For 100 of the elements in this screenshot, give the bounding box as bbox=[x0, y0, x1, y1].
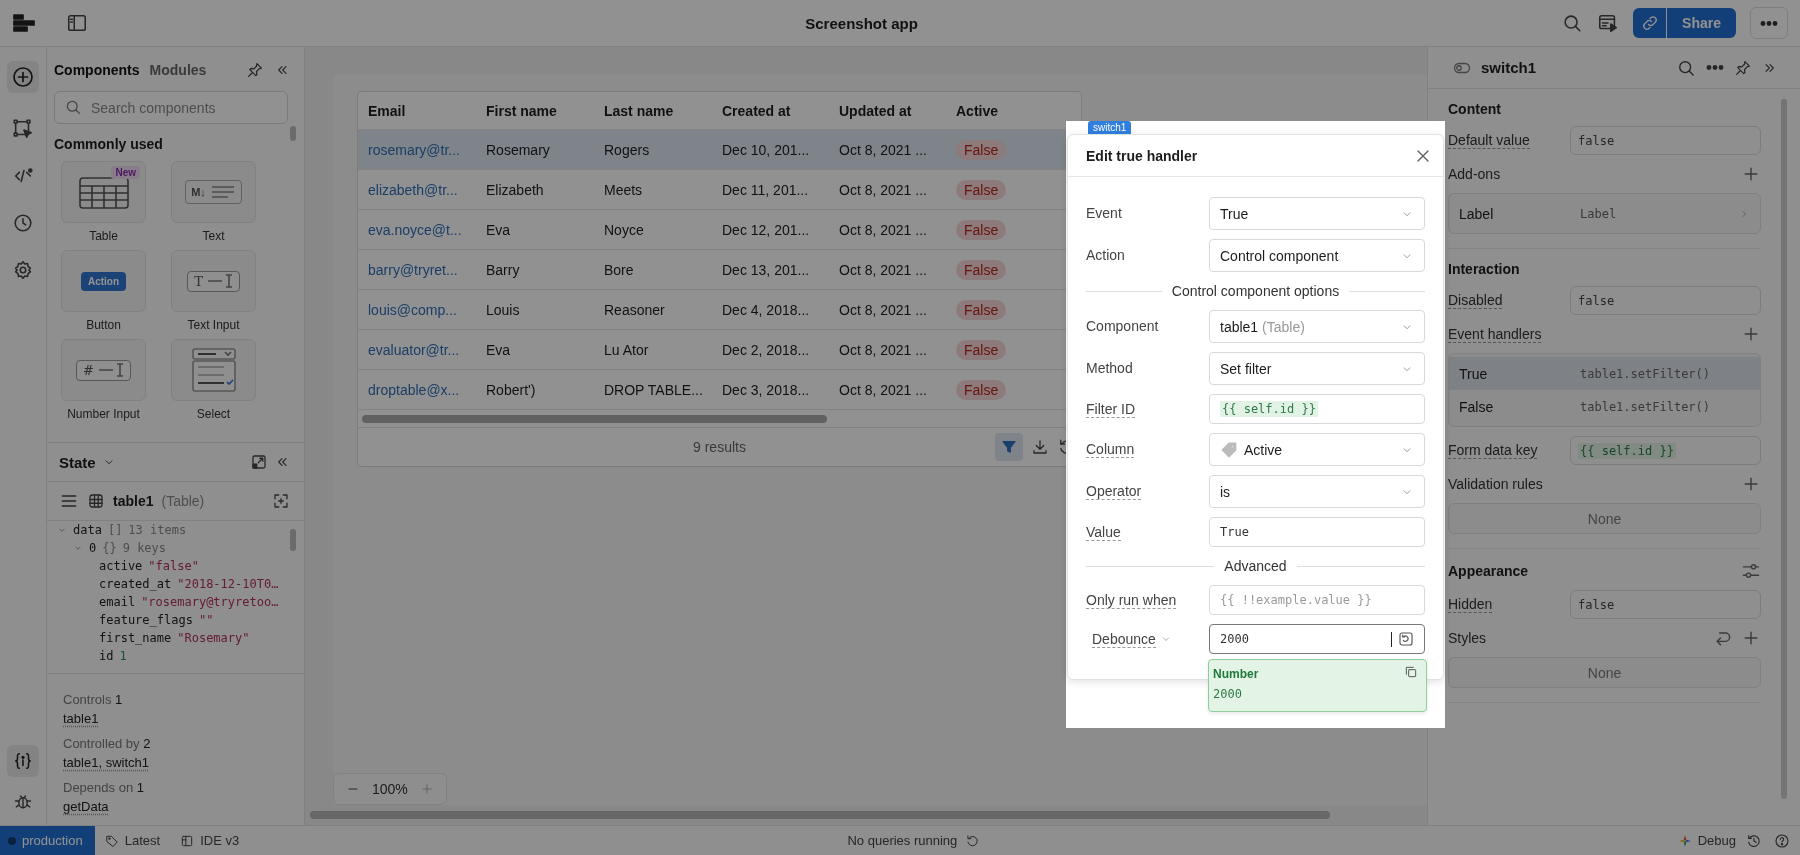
history-icon[interactable] bbox=[1746, 832, 1762, 849]
item-value: table1.setFilter() bbox=[1580, 399, 1712, 414]
debug-button[interactable]: Debug bbox=[1667, 833, 1746, 848]
component-name: table1 bbox=[113, 493, 154, 509]
search-field[interactable]: Search components bbox=[54, 91, 288, 124]
table-cell-text: elizabeth@tr... bbox=[367, 181, 459, 198]
copy-link-button[interactable] bbox=[1633, 8, 1667, 38]
scrollbar[interactable] bbox=[1781, 99, 1787, 799]
share-button[interactable]: Share bbox=[1667, 8, 1736, 38]
component-tile[interactable]: # bbox=[61, 339, 146, 401]
select-field[interactable]: Control component bbox=[1209, 239, 1425, 272]
focus-icon[interactable] bbox=[272, 492, 290, 510]
list-item[interactable]: False table1.setFilter() bbox=[1449, 390, 1760, 423]
value-field[interactable]: false bbox=[1570, 590, 1761, 619]
selection-icon[interactable] bbox=[12, 118, 34, 140]
input-field[interactable]: True bbox=[1209, 517, 1425, 547]
field-label: Component bbox=[1086, 318, 1159, 335]
table-cell-text: Barry bbox=[485, 261, 521, 278]
column-header[interactable]: First name bbox=[476, 102, 594, 119]
dialog-title: Edit true handler bbox=[1086, 147, 1198, 164]
field-label: Only run when bbox=[1086, 591, 1177, 609]
braces-icon bbox=[12, 750, 34, 772]
input-field[interactable]: {{ !!example.value }} bbox=[1209, 585, 1425, 615]
add-component-button[interactable] bbox=[7, 61, 39, 93]
ide-version: IDE v3 bbox=[200, 833, 240, 848]
list-item[interactable]: True table1.setFilter() bbox=[1449, 357, 1760, 390]
table-cell-text: louis@comp... bbox=[367, 301, 458, 318]
panel-tab[interactable]: Components bbox=[54, 62, 140, 78]
history-icon[interactable] bbox=[12, 212, 34, 234]
select-field[interactable]: is bbox=[1209, 475, 1425, 508]
environment-button[interactable]: production bbox=[0, 826, 95, 855]
pin-icon[interactable] bbox=[246, 61, 264, 79]
ide-version-button[interactable]: IDE v3 bbox=[170, 833, 250, 848]
tree-summary: 9 keys bbox=[122, 540, 167, 557]
sliders-icon[interactable] bbox=[1741, 561, 1761, 581]
more-icon[interactable] bbox=[1706, 65, 1724, 70]
input-field[interactable]: 2000 bbox=[1209, 624, 1425, 654]
dependency-link[interactable]: getData bbox=[63, 799, 109, 814]
column-header[interactable]: Email bbox=[358, 102, 476, 119]
download-icon[interactable] bbox=[1031, 438, 1049, 456]
search-icon bbox=[64, 98, 82, 116]
table-cell-text: Oct 8, 2021 ... bbox=[838, 221, 928, 238]
tree-key: email bbox=[99, 593, 136, 611]
preview-icon[interactable] bbox=[1597, 12, 1620, 34]
value-field[interactable]: false bbox=[1570, 126, 1761, 155]
component-tile[interactable]: Action bbox=[61, 250, 146, 312]
value-field[interactable]: {{ self.id }} bbox=[1570, 436, 1761, 465]
none-field[interactable]: None bbox=[1448, 657, 1761, 688]
dependency-link[interactable]: table1, switch1 bbox=[63, 755, 149, 770]
status-tag: False bbox=[956, 299, 1007, 320]
scrollbar[interactable] bbox=[310, 811, 1330, 819]
state-button[interactable] bbox=[7, 745, 39, 777]
settings-icon[interactable] bbox=[12, 259, 34, 281]
input-glyph: # bbox=[83, 362, 94, 378]
input-value: 2000 bbox=[1220, 632, 1250, 646]
pin-icon[interactable] bbox=[1734, 58, 1752, 77]
sidebar-toggle-icon[interactable] bbox=[66, 12, 88, 34]
copy-icon[interactable] bbox=[1404, 665, 1418, 679]
select-field[interactable]: Set filter bbox=[1209, 352, 1425, 385]
table-cell-text: Oct 8, 2021 ... bbox=[838, 141, 928, 158]
code-value: {{ self.id }} bbox=[1578, 442, 1676, 459]
debug-label: Debug bbox=[1697, 833, 1736, 848]
none-field[interactable]: None bbox=[1448, 503, 1761, 534]
scrollbar[interactable] bbox=[290, 529, 296, 551]
select-field[interactable]: Active bbox=[1209, 433, 1425, 466]
refresh-icon[interactable] bbox=[965, 833, 980, 848]
tree-value: 1 bbox=[119, 648, 127, 665]
logo-icon[interactable] bbox=[12, 11, 36, 35]
help-icon[interactable] bbox=[1774, 832, 1790, 849]
component-tile[interactable]: New bbox=[61, 161, 146, 223]
status-tag: False bbox=[956, 379, 1007, 400]
code-field[interactable]: {{ self.id }} bbox=[1209, 394, 1425, 424]
dependency-label: Depends on bbox=[63, 780, 134, 795]
branch-button[interactable]: Latest bbox=[94, 833, 171, 848]
mode-toggle-icon[interactable] bbox=[1398, 631, 1414, 647]
column-header[interactable]: Active bbox=[946, 102, 1079, 119]
more-button[interactable] bbox=[1750, 7, 1788, 39]
tree-type: [] bbox=[107, 522, 123, 539]
field-label: Disabled bbox=[1448, 292, 1503, 309]
dependency-link[interactable]: table1 bbox=[63, 711, 99, 726]
dependency-count: 2 bbox=[143, 736, 151, 751]
expand-icon[interactable] bbox=[250, 453, 268, 471]
column-header[interactable]: Last name bbox=[594, 102, 712, 119]
status-tag: False bbox=[956, 179, 1007, 200]
table-cell-text: Meets bbox=[603, 181, 644, 198]
filter-button[interactable] bbox=[995, 433, 1023, 461]
column-header[interactable]: Created at bbox=[712, 102, 829, 119]
component-title: switch1 bbox=[1481, 59, 1538, 76]
table-cell-text: Oct 8, 2021 ... bbox=[838, 261, 928, 278]
table-cell-text: Reasoner bbox=[603, 301, 666, 318]
scrollbar[interactable] bbox=[362, 415, 827, 423]
select-field[interactable]: table1 (Table) bbox=[1209, 310, 1425, 343]
column-header[interactable]: Updated at bbox=[829, 102, 946, 119]
value-field[interactable]: false bbox=[1570, 286, 1761, 315]
select-field[interactable]: True bbox=[1209, 197, 1425, 230]
scrollbar[interactable] bbox=[290, 126, 296, 141]
component-tile[interactable]: T bbox=[171, 250, 256, 312]
panel-tab[interactable]: Modules bbox=[149, 62, 207, 78]
component-tile[interactable] bbox=[171, 339, 256, 401]
component-tile[interactable]: M↓ bbox=[171, 161, 256, 223]
